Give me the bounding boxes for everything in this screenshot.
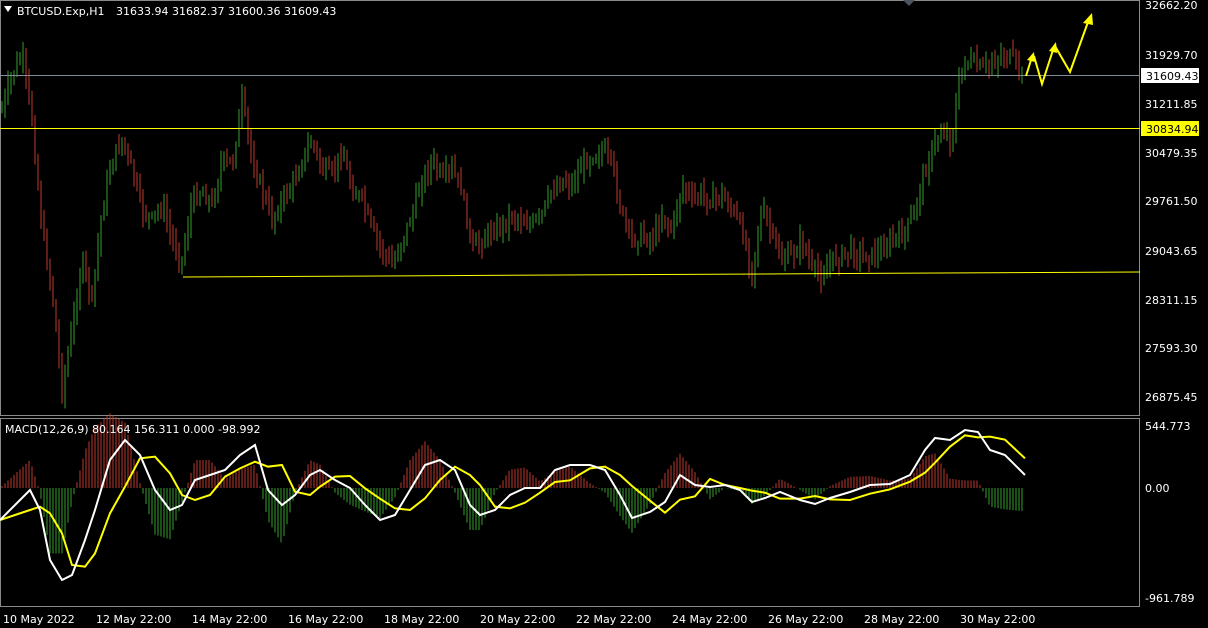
price-tick: 32662.20 <box>1145 0 1198 12</box>
level-price-tag: 30834.94 <box>1141 121 1199 136</box>
macd-tick: 544.773 <box>1145 420 1191 433</box>
time-tick: 14 May 22:00 <box>192 613 267 626</box>
time-tick: 30 May 22:00 <box>960 613 1035 626</box>
price-tick: 27593.30 <box>1145 342 1198 355</box>
price-tick: 28311.15 <box>1145 294 1198 307</box>
level-price-value: 30834.94 <box>1146 123 1199 136</box>
chart-window[interactable]: 32662.20 31929.70 31211.85 30479.35 2976… <box>0 0 1208 628</box>
time-tick: 10 May 2022 <box>3 613 75 626</box>
time-tick: 24 May 22:00 <box>672 613 747 626</box>
time-tick: 20 May 22:00 <box>480 613 555 626</box>
time-tick: 28 May 22:00 <box>864 613 939 626</box>
time-tick: 26 May 22:00 <box>768 613 843 626</box>
time-tick: 18 May 22:00 <box>384 613 459 626</box>
macd-tick: 0.00 <box>1145 482 1170 495</box>
price-tick: 29043.65 <box>1145 245 1198 258</box>
price-tick: 30479.35 <box>1145 147 1198 160</box>
time-axis[interactable]: 10 May 2022 12 May 22:00 14 May 22:00 16… <box>3 613 1035 626</box>
price-scale[interactable]: 32662.20 31929.70 31211.85 30479.35 2976… <box>1145 0 1198 404</box>
price-tick: 29761.50 <box>1145 195 1198 208</box>
macd-tick: -961.789 <box>1145 592 1194 605</box>
price-tick: 31211.85 <box>1145 98 1198 111</box>
ohlc-label: 31633.94 31682.37 31600.36 31609.43 <box>116 5 336 18</box>
symbol-label: BTCUSD.Exp,H1 <box>17 5 105 18</box>
current-price-tag: 31609.43 <box>1141 68 1199 83</box>
macd-indicator-label: MACD(12,26,9) 80.164 156.311 0.000 -98.9… <box>5 423 260 436</box>
price-tick: 31929.70 <box>1145 49 1198 62</box>
price-tick: 26875.45 <box>1145 391 1198 404</box>
current-price-value: 31609.43 <box>1146 70 1199 83</box>
time-tick: 16 May 22:00 <box>288 613 363 626</box>
time-tick: 22 May 22:00 <box>576 613 651 626</box>
chart-background <box>0 0 1208 628</box>
time-tick: 12 May 22:00 <box>96 613 171 626</box>
